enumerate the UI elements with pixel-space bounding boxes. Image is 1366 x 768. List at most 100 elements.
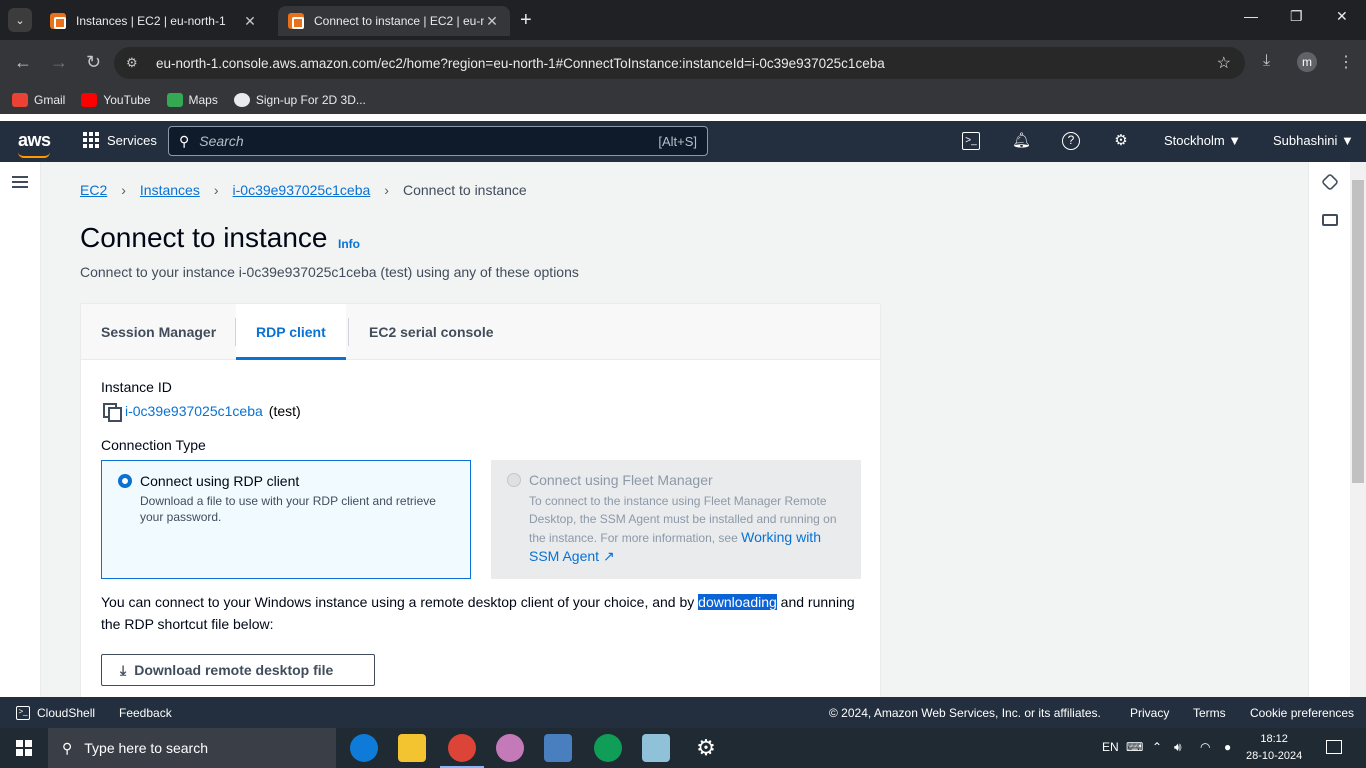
bookmarks-bar: Gmail YouTube Maps Sign-up For 2D 3D... <box>0 86 1366 114</box>
bookmark-star-icon[interactable]: ☆ <box>1217 53 1231 73</box>
close-tab-icon[interactable]: ✕ <box>242 13 258 30</box>
maps-icon <box>166 93 183 107</box>
back-arrow-icon[interactable]: ← <box>14 52 32 73</box>
wifi-icon[interactable]: ◠ <box>1200 740 1210 754</box>
services-menu-button[interactable]: Services <box>83 132 157 148</box>
settings-gear-icon[interactable]: ⚙ <box>692 734 720 762</box>
new-tab-plus-icon[interactable]: + <box>520 9 532 32</box>
hexagon-icon[interactable] <box>1320 172 1340 192</box>
edge-icon[interactable] <box>350 734 378 762</box>
windows-start-icon[interactable] <box>16 740 32 756</box>
services-grid-icon <box>83 132 99 148</box>
info-link[interactable]: Info <box>338 237 360 251</box>
bookmark-youtube[interactable]: YouTube <box>81 93 151 107</box>
notes-icon[interactable] <box>642 734 670 762</box>
cookie-preferences-link[interactable]: Cookie preferences <box>1250 706 1354 720</box>
aws-logo[interactable]: aws <box>18 130 51 158</box>
option-title: Connect using RDP client <box>140 473 300 489</box>
download-icon[interactable]: ⤓ <box>1263 52 1270 70</box>
external-link-icon: ↗ <box>602 548 615 564</box>
clock-date: 28-10-2024 <box>1246 750 1303 762</box>
para-highlighted-text: downloading <box>698 594 777 610</box>
tab-ec2-serial-console[interactable]: EC2 serial console <box>349 304 514 360</box>
taskbar-search[interactable]: ⚲ Type here to search <box>48 728 336 768</box>
tab-search-chevron-icon[interactable]: ⌄ <box>8 8 32 32</box>
copy-icon[interactable] <box>103 403 122 422</box>
tray-chevron-icon[interactable]: ⌃ <box>1152 740 1162 754</box>
calculator-icon[interactable] <box>544 734 572 762</box>
keyboard-icon[interactable]: ⌨ <box>1126 740 1143 754</box>
breadcrumb-instances[interactable]: Instances <box>140 182 200 198</box>
page-scrollbar[interactable] <box>1350 162 1366 697</box>
microphone-icon[interactable]: ● <box>1224 740 1231 754</box>
option-description: Download a file to use with your RDP cli… <box>140 494 436 524</box>
instance-id-row: i-0c39e937025c1ceba (test) <box>103 403 301 422</box>
file-explorer-icon[interactable] <box>398 734 426 762</box>
button-label: Download remote desktop file <box>134 662 334 678</box>
volume-icon[interactable]: 🔊︎ <box>1174 740 1182 755</box>
chevron-right-icon: › <box>121 182 126 198</box>
aws-console-header: aws Services ⚲ Search [Alt+S] >_ 🔔︎ ? ⚙ … <box>0 121 1366 162</box>
browser-tab-connect[interactable]: Connect to instance | EC2 | eu-n ✕ <box>278 6 510 36</box>
chrome-menu-icon[interactable]: ⋮ <box>1338 52 1354 72</box>
bookmark-gmail[interactable]: Gmail <box>12 93 65 107</box>
settings-gear-icon[interactable]: ⚙ <box>1112 132 1130 150</box>
system-clock[interactable]: 18:12 28-10-2024 <box>1246 731 1302 765</box>
chevron-right-icon: › <box>384 182 389 198</box>
page-title: Connect to instance <box>80 222 328 253</box>
profile-avatar[interactable]: m <box>1297 52 1317 72</box>
bookmark-maps[interactable]: Maps <box>166 93 218 107</box>
hamburger-menu-icon[interactable] <box>12 176 28 188</box>
search-placeholder: Search <box>199 133 244 149</box>
bookmark-label: YouTube <box>103 93 151 107</box>
browser-tab-instances[interactable]: Instances | EC2 | eu-north-1 ✕ <box>40 6 268 36</box>
download-icon: ⤓ <box>120 661 127 678</box>
tab-rdp-client[interactable]: RDP client <box>236 304 346 360</box>
reload-icon[interactable]: ↻ <box>86 52 101 73</box>
chrome-icon[interactable] <box>448 734 476 762</box>
cloudshell-icon[interactable]: >_ <box>962 132 980 150</box>
aws-search-input[interactable]: ⚲ Search [Alt+S] <box>168 126 708 156</box>
utility-panel <box>1308 162 1350 697</box>
rdp-instructions: You can connect to your Windows instance… <box>101 591 861 635</box>
ec2-favicon-icon <box>288 13 304 29</box>
minimize-icon[interactable]: — <box>1244 8 1258 24</box>
restore-icon[interactable]: ❐ <box>1290 8 1303 25</box>
tab-session-manager[interactable]: Session Manager <box>81 304 236 360</box>
account-menu[interactable]: Subhashini ▼ <box>1273 133 1354 148</box>
notifications-bell-icon[interactable]: 🔔︎ <box>1012 132 1031 150</box>
chrome-profile-icon[interactable] <box>594 734 622 762</box>
search-shortcut: [Alt+S] <box>658 133 697 149</box>
aws-footer: >_ CloudShell Feedback © 2024, Amazon We… <box>0 697 1366 728</box>
connect-tabs: Session Manager RDP client EC2 serial co… <box>81 304 880 360</box>
notification-center-icon[interactable] <box>1326 740 1342 754</box>
breadcrumb-ec2[interactable]: EC2 <box>80 182 107 198</box>
forward-arrow-icon[interactable]: → <box>50 52 68 73</box>
breadcrumb-instance-id[interactable]: i-0c39e937025c1ceba <box>233 182 371 198</box>
youtube-icon <box>81 93 98 107</box>
search-icon: ⚲ <box>62 739 73 756</box>
privacy-link[interactable]: Privacy <box>1130 706 1169 720</box>
instance-id-link[interactable]: i-0c39e937025c1ceba <box>125 403 263 419</box>
screen-share-icon[interactable] <box>1322 214 1338 226</box>
search-icon: ⚲ <box>179 132 190 149</box>
option-rdp-client[interactable]: Connect using RDP client Download a file… <box>101 460 471 579</box>
terms-link[interactable]: Terms <box>1193 706 1226 720</box>
option-description: To connect to the instance using Fleet M… <box>529 492 847 566</box>
help-icon[interactable]: ? <box>1062 132 1080 150</box>
cloudshell-link[interactable]: CloudShell <box>37 706 95 720</box>
download-rdp-file-button[interactable]: ⤓ Download remote desktop file <box>101 654 375 686</box>
language-indicator[interactable]: EN <box>1102 740 1119 754</box>
address-bar[interactable]: ⚙ eu-north-1.console.aws.amazon.com/ec2/… <box>114 47 1245 79</box>
region-selector[interactable]: Stockholm ▼ <box>1164 133 1241 148</box>
radio-selected[interactable] <box>118 474 132 488</box>
instance-name: (test) <box>268 403 301 419</box>
scrollbar-thumb[interactable] <box>1352 180 1364 483</box>
close-tab-icon[interactable]: ✕ <box>484 13 500 30</box>
close-window-icon[interactable]: ✕ <box>1336 8 1348 25</box>
main-content: EC2 › Instances › i-0c39e937025c1ceba › … <box>41 162 1308 697</box>
bookmark-signup[interactable]: Sign-up For 2D 3D... <box>233 93 366 107</box>
site-info-icon[interactable]: ⚙ <box>126 55 142 71</box>
feedback-link[interactable]: Feedback <box>119 706 172 720</box>
paint-icon[interactable] <box>496 734 524 762</box>
